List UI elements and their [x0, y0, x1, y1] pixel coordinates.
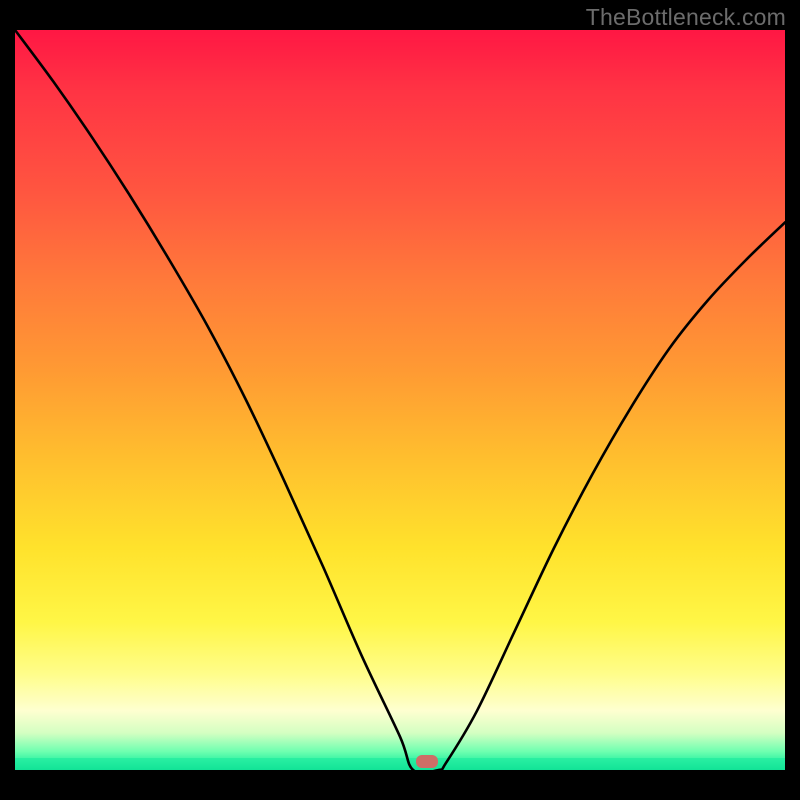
plot-area	[15, 30, 785, 770]
curve-path	[15, 30, 785, 770]
watermark-text: TheBottleneck.com	[586, 4, 786, 31]
chart-frame: TheBottleneck.com	[0, 0, 800, 800]
bottom-black-border	[15, 770, 785, 800]
bottleneck-curve	[15, 30, 785, 770]
current-config-marker	[416, 755, 438, 768]
